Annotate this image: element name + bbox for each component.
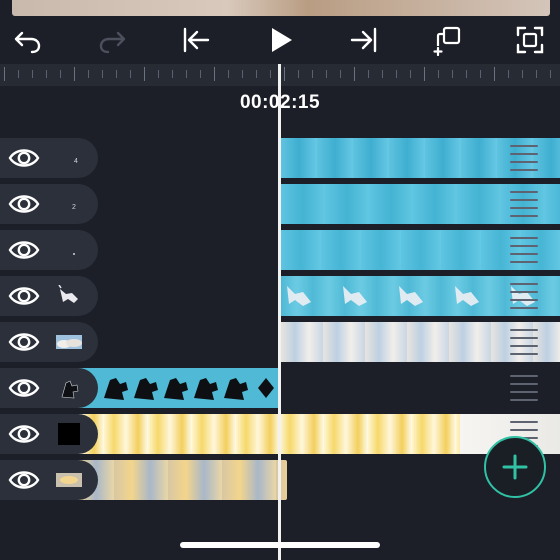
drag-handle-icon[interactable] <box>510 329 538 355</box>
drag-handle-icon[interactable] <box>510 145 538 171</box>
golden-clouds-icon <box>56 473 82 487</box>
duplicate-layer-icon <box>433 26 461 56</box>
ruler-tick <box>494 67 495 81</box>
ruler-tick <box>102 70 103 78</box>
duplicate-layer-button[interactable] <box>430 22 466 58</box>
video-clip[interactable] <box>60 414 560 454</box>
eye-icon[interactable] <box>8 282 40 310</box>
track-header <box>0 322 98 362</box>
eye-icon[interactable] <box>8 190 40 218</box>
skip-to-start-button[interactable] <box>178 22 214 58</box>
ruler-tick <box>382 70 383 78</box>
ruler-tick <box>368 70 369 78</box>
ruler-tick <box>172 70 173 78</box>
video-clip[interactable] <box>281 184 560 224</box>
redo-icon <box>99 31 126 54</box>
skip-to-start-icon <box>183 27 210 53</box>
add-button[interactable] <box>484 436 546 498</box>
fit-to-screen-button[interactable] <box>512 22 548 58</box>
ruler-tick <box>410 70 411 78</box>
number-2-icon: 2 <box>72 204 76 211</box>
ruler-tick <box>186 70 187 78</box>
video-clip[interactable] <box>281 138 560 178</box>
ruler-tick <box>508 70 509 78</box>
drag-handle-icon[interactable] <box>510 375 538 401</box>
ruler-tick <box>18 70 19 78</box>
toolbar <box>0 16 560 64</box>
ruler-tick <box>354 67 355 81</box>
ruler-tick <box>536 70 537 78</box>
track-header <box>0 368 98 408</box>
ruler-tick <box>200 70 201 78</box>
black-frame-icon <box>58 423 80 445</box>
plus-icon <box>502 454 528 480</box>
ruler-tick <box>74 67 75 81</box>
ruler-tick <box>270 70 271 78</box>
ruler-tick <box>466 70 467 78</box>
ruler-tick <box>228 70 229 78</box>
silhouette-icon <box>61 380 79 399</box>
track-header: 2 <box>0 184 98 224</box>
ruler-tick <box>214 67 215 81</box>
ruler-tick <box>60 70 61 78</box>
ruler-tick <box>256 70 257 78</box>
eye-icon[interactable] <box>8 328 40 356</box>
skip-to-end-button[interactable] <box>346 22 382 58</box>
fit-to-screen-icon <box>516 26 544 54</box>
play-button[interactable] <box>262 22 298 58</box>
svg-text:4: 4 <box>74 158 78 165</box>
track-header <box>0 460 98 500</box>
track-header <box>0 276 98 316</box>
track-header: 4 <box>0 138 98 178</box>
ruler-tick <box>4 67 5 81</box>
ruler-tick <box>32 70 33 78</box>
ruler-tick <box>550 70 551 78</box>
ruler-tick <box>158 70 159 78</box>
video-clip[interactable] <box>281 276 560 316</box>
svg-text:2: 2 <box>72 204 76 211</box>
track-header <box>0 414 98 454</box>
ruler-tick <box>326 70 327 78</box>
track-header <box>0 230 98 270</box>
video-clip[interactable] <box>281 322 560 362</box>
drag-handle-icon[interactable] <box>510 191 538 217</box>
ruler-tick <box>312 70 313 78</box>
ruler-tick <box>480 70 481 78</box>
ruler-tick <box>424 67 425 81</box>
ruler-tick <box>144 67 145 81</box>
clouds-icon <box>56 335 82 349</box>
ruler-tick <box>522 70 523 78</box>
eye-icon[interactable] <box>8 236 40 264</box>
play-icon <box>272 28 292 52</box>
number-4-icon: 4 <box>74 158 78 165</box>
unicorn-icon <box>58 285 78 303</box>
drag-handle-icon[interactable] <box>510 283 538 309</box>
ruler-tick <box>116 70 117 78</box>
drag-handle-icon[interactable] <box>510 237 538 263</box>
skip-to-end-icon <box>350 27 377 53</box>
video-clip[interactable] <box>281 230 560 270</box>
eye-icon[interactable] <box>8 420 40 448</box>
ruler-tick <box>298 70 299 78</box>
playhead[interactable] <box>278 64 281 560</box>
undo-icon <box>14 31 41 54</box>
ruler-tick <box>46 70 47 78</box>
ruler-tick <box>438 70 439 78</box>
eye-icon[interactable] <box>8 466 40 494</box>
redo-button[interactable] <box>94 22 130 58</box>
eye-icon[interactable] <box>8 374 40 402</box>
video-preview <box>12 0 550 16</box>
home-indicator <box>180 542 380 548</box>
ruler-tick <box>396 70 397 78</box>
ruler-tick <box>88 70 89 78</box>
dot-icon <box>73 253 75 255</box>
ruler-tick <box>242 70 243 78</box>
eye-icon[interactable] <box>8 144 40 172</box>
undo-button[interactable] <box>10 22 46 58</box>
ruler-tick <box>340 70 341 78</box>
ruler-tick <box>452 70 453 78</box>
ruler-tick <box>130 70 131 78</box>
ruler-tick <box>284 67 285 81</box>
